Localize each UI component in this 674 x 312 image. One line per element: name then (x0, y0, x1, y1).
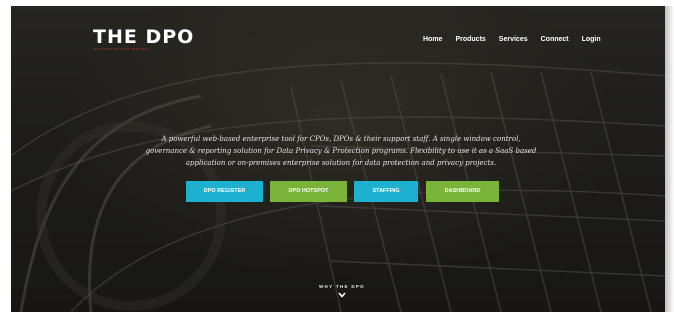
logo-text: THE DPO (93, 26, 195, 48)
hero-tagline: A powerful web-based enterprise tool for… (145, 135, 537, 167)
main-nav: Home Products Services Connect Login (423, 36, 601, 43)
nav-services[interactable]: Services (499, 36, 528, 43)
frame-edge-shadow (665, 6, 674, 312)
logo-tagline: DATA PROTECTION OFFICER (94, 47, 148, 51)
dashboard-button[interactable]: DASHBOARD (426, 181, 499, 202)
dpo-hotspot-button[interactable]: DPO HOTSPOT (270, 181, 347, 202)
nav-connect[interactable]: Connect (541, 36, 569, 43)
logo[interactable]: THE DPO DATA PROTECTION OFFICER (93, 26, 213, 56)
why-the-dpo-link[interactable]: WHY THE DPO (302, 284, 382, 289)
staffing-button[interactable]: STAFFING (354, 181, 418, 202)
hero-buttons: DPO REGISTER DPO HOTSPOT STAFFING DASHBO… (186, 181, 499, 202)
nav-login[interactable]: Login (582, 36, 601, 43)
nav-products[interactable]: Products (455, 36, 485, 43)
chevron-down-icon[interactable] (338, 292, 346, 298)
page-frame: THE DPO DATA PROTECTION OFFICER Home Pro… (11, 6, 665, 312)
nav-home[interactable]: Home (423, 36, 442, 43)
dpo-register-button[interactable]: DPO REGISTER (186, 181, 263, 202)
